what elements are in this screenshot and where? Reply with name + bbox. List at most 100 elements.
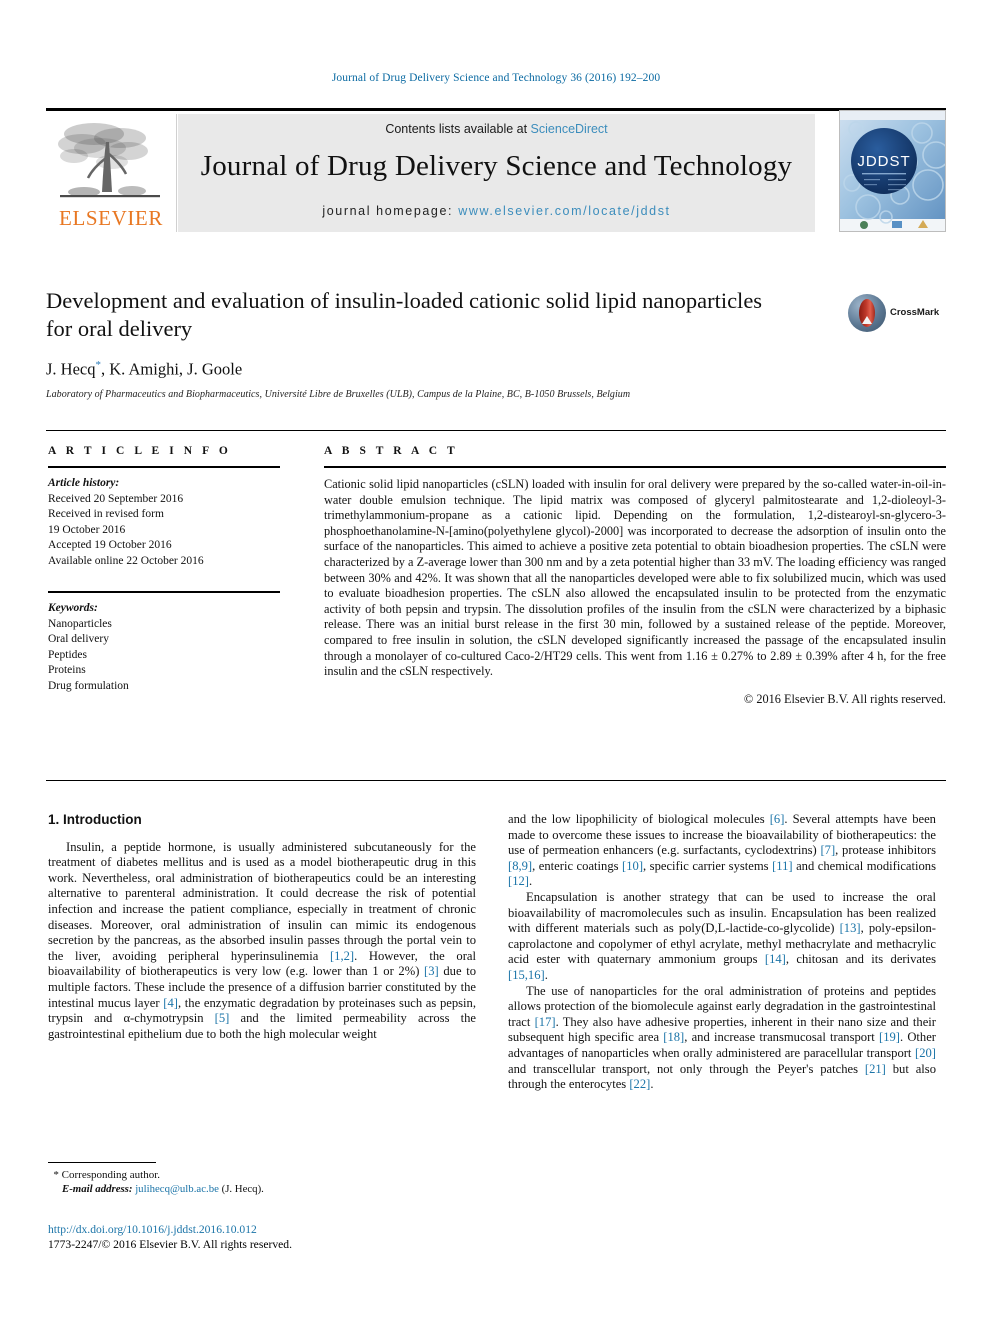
- history-item: Received 20 September 2016: [48, 492, 184, 505]
- footer-doi-block: http://dx.doi.org/10.1016/j.jddst.2016.1…: [48, 1222, 478, 1252]
- crossmark-icon: [848, 294, 886, 332]
- elsevier-logo: ELSEVIER: [46, 114, 177, 232]
- crossmark-label: CrossMark: [890, 307, 940, 318]
- abstract-text: Cationic solid lipid nanoparticles (cSLN…: [324, 477, 946, 679]
- citation-5[interactable]: [5]: [215, 1011, 230, 1025]
- intro-text-i: , specific carrier systems: [643, 858, 773, 873]
- abstract-copyright: © 2016 Elsevier B.V. All rights reserved…: [743, 691, 946, 706]
- intro-paragraph-3: The use of nanoparticles for the oral ad…: [508, 984, 936, 1093]
- intro-text-e-right: and the low lipophilicity of biological …: [508, 812, 770, 826]
- corresponding-author-footnote: * Corresponding author. E-mail address: …: [48, 1162, 476, 1196]
- intro-paragraph-2: Encapsulation is another strategy that c…: [508, 890, 936, 984]
- svg-text:JDDST: JDDST: [857, 153, 910, 170]
- citation-14[interactable]: [14]: [765, 952, 786, 966]
- citation-21[interactable]: [21]: [865, 1062, 886, 1076]
- intro3-text-c: , and increase transmucosal transport: [684, 1030, 879, 1045]
- keywords-label: Keywords:: [48, 602, 98, 614]
- journal-masthead: ELSEVIER Contents lists available at Sci…: [46, 108, 946, 232]
- section-title-introduction: 1. Introduction: [48, 812, 142, 827]
- homepage-label: journal homepage:: [322, 204, 454, 218]
- citation-4[interactable]: [4]: [163, 996, 178, 1010]
- article-history-label: Article history:: [48, 477, 120, 489]
- footnote-rule: [48, 1162, 156, 1163]
- intro3-text-e: and transcellular transport, not only th…: [508, 1061, 865, 1076]
- history-item: Received in revised form: [48, 508, 164, 520]
- citation-6[interactable]: [6]: [770, 812, 785, 826]
- abstract-heading: A B S T R A C T: [324, 445, 459, 457]
- intro-text-k: .: [528, 874, 533, 889]
- keyword-item: Oral delivery: [48, 633, 109, 645]
- abstract-column: A B S T R A C T Cationic solid lipid nan…: [324, 445, 946, 707]
- history-item: 19 October 2016: [48, 523, 126, 536]
- journal-homepage-line: journal homepage: www.elsevier.com/locat…: [178, 204, 815, 218]
- keyword-item: Nanoparticles: [48, 617, 112, 630]
- intro-paragraph-1-part-left: Insulin, a peptide hormone, is usually a…: [48, 840, 476, 1043]
- homepage-url-link[interactable]: www.elsevier.com/locate/jddst: [458, 204, 670, 218]
- citation-22[interactable]: [22]: [629, 1077, 650, 1091]
- elsevier-wordmark: ELSEVIER: [59, 206, 163, 230]
- page-title: Development and evaluation of insulin-lo…: [46, 288, 763, 341]
- journal-cover-image: JDDST: [840, 111, 945, 231]
- article-info-rule: [48, 466, 280, 468]
- intro-text-a: Insulin, a peptide hormone, is usually a…: [48, 839, 476, 963]
- abstract-section-top-rule: [46, 430, 946, 431]
- citation-11[interactable]: [11]: [772, 859, 793, 873]
- running-head: Journal of Drug Delivery Science and Tec…: [331, 72, 661, 84]
- author-list: J. Hecq*, K. Amighi, J. Goole: [46, 359, 826, 380]
- journal-title: Journal of Drug Delivery Science and Tec…: [200, 150, 793, 182]
- citation-12[interactable]: [12]: [508, 874, 529, 888]
- citation-8-9[interactable]: [8,9]: [508, 859, 532, 873]
- citation-15-16[interactable]: [15,16]: [508, 968, 545, 982]
- sciencedirect-link[interactable]: ScienceDirect: [531, 122, 608, 136]
- email-owner: (J. Hecq).: [221, 1183, 264, 1195]
- citation-19[interactable]: [19]: [879, 1030, 900, 1044]
- email-link[interactable]: julihecq@ulb.ac.be: [135, 1183, 219, 1195]
- contents-prefix: Contents lists available at: [385, 122, 531, 136]
- crossmark-icon-arrow: [862, 316, 872, 324]
- keywords-list: Keywords: Nanoparticles Oral delivery Pe…: [48, 601, 280, 694]
- email-label: E-mail address:: [62, 1183, 133, 1195]
- article-first-page: Journal of Drug Delivery Science and Tec…: [0, 0, 992, 1323]
- citation-17[interactable]: [17]: [535, 1015, 556, 1029]
- elsevier-tree-icon: [58, 123, 160, 198]
- crossmark-badge[interactable]: CrossMark: [848, 294, 944, 334]
- citation-20[interactable]: [20]: [915, 1046, 936, 1060]
- intro-text-j: and chemical modifications: [792, 858, 936, 873]
- keyword-item: Drug formulation: [48, 679, 129, 692]
- article-info-heading: A R T I C L E I N F O: [48, 445, 232, 457]
- body-column-right: and the low lipophilicity of biological …: [508, 812, 936, 1093]
- abstract-section-bottom-rule: [46, 780, 946, 781]
- body-column-left: 1. Introduction Insulin, a peptide hormo…: [48, 812, 476, 1042]
- intro-paragraph-1-continued: and the low lipophilicity of biological …: [508, 812, 936, 890]
- keyword-item: Proteins: [48, 664, 86, 676]
- citation-10[interactable]: [10]: [622, 859, 643, 873]
- article-info-column: A R T I C L E I N F O Article history: R…: [48, 445, 280, 694]
- doi-link[interactable]: http://dx.doi.org/10.1016/j.jddst.2016.1…: [48, 1222, 478, 1237]
- journal-cover-thumbnail: JDDST: [839, 110, 946, 232]
- title-block: Development and evaluation of insulin-lo…: [46, 287, 826, 400]
- masthead-centre-panel: Contents lists available at ScienceDirec…: [177, 114, 815, 232]
- affiliation: Laboratory of Pharmaceutics and Biopharm…: [46, 388, 631, 400]
- intro3-text-g: .: [650, 1077, 654, 1092]
- keywords-rule: [48, 591, 280, 593]
- intro2-text-d: .: [544, 967, 548, 982]
- intro-text-h: , enteric coatings: [532, 858, 623, 873]
- masthead-top-rule: [46, 108, 946, 111]
- authors-rest: , K. Amighi, J. Goole: [100, 359, 243, 379]
- history-item: Accepted 19 October 2016: [48, 539, 172, 551]
- corresponding-author-line: * Corresponding author.: [48, 1168, 476, 1182]
- contents-available-line: Contents lists available at ScienceDirec…: [178, 122, 815, 136]
- footnote-asterisk: * Corresponding author.: [53, 1169, 161, 1181]
- citation-1-2[interactable]: [1,2]: [330, 949, 354, 963]
- citation-18[interactable]: [18]: [663, 1030, 684, 1044]
- intro-text-g: , protease inhibitors: [835, 843, 936, 858]
- history-item: Available online 22 October 2016: [48, 554, 204, 567]
- issn-copyright-line: 1773-2247/© 2016 Elsevier B.V. All right…: [48, 1238, 292, 1251]
- citation-7[interactable]: [7]: [820, 843, 835, 857]
- email-line: E-mail address: julihecq@ulb.ac.be (J. H…: [48, 1182, 476, 1196]
- abstract-rule: [324, 466, 946, 468]
- article-history: Article history: Received 20 September 2…: [48, 476, 280, 569]
- citation-13[interactable]: [13]: [840, 921, 861, 935]
- citation-3[interactable]: [3]: [424, 964, 439, 978]
- keyword-item: Peptides: [48, 648, 87, 661]
